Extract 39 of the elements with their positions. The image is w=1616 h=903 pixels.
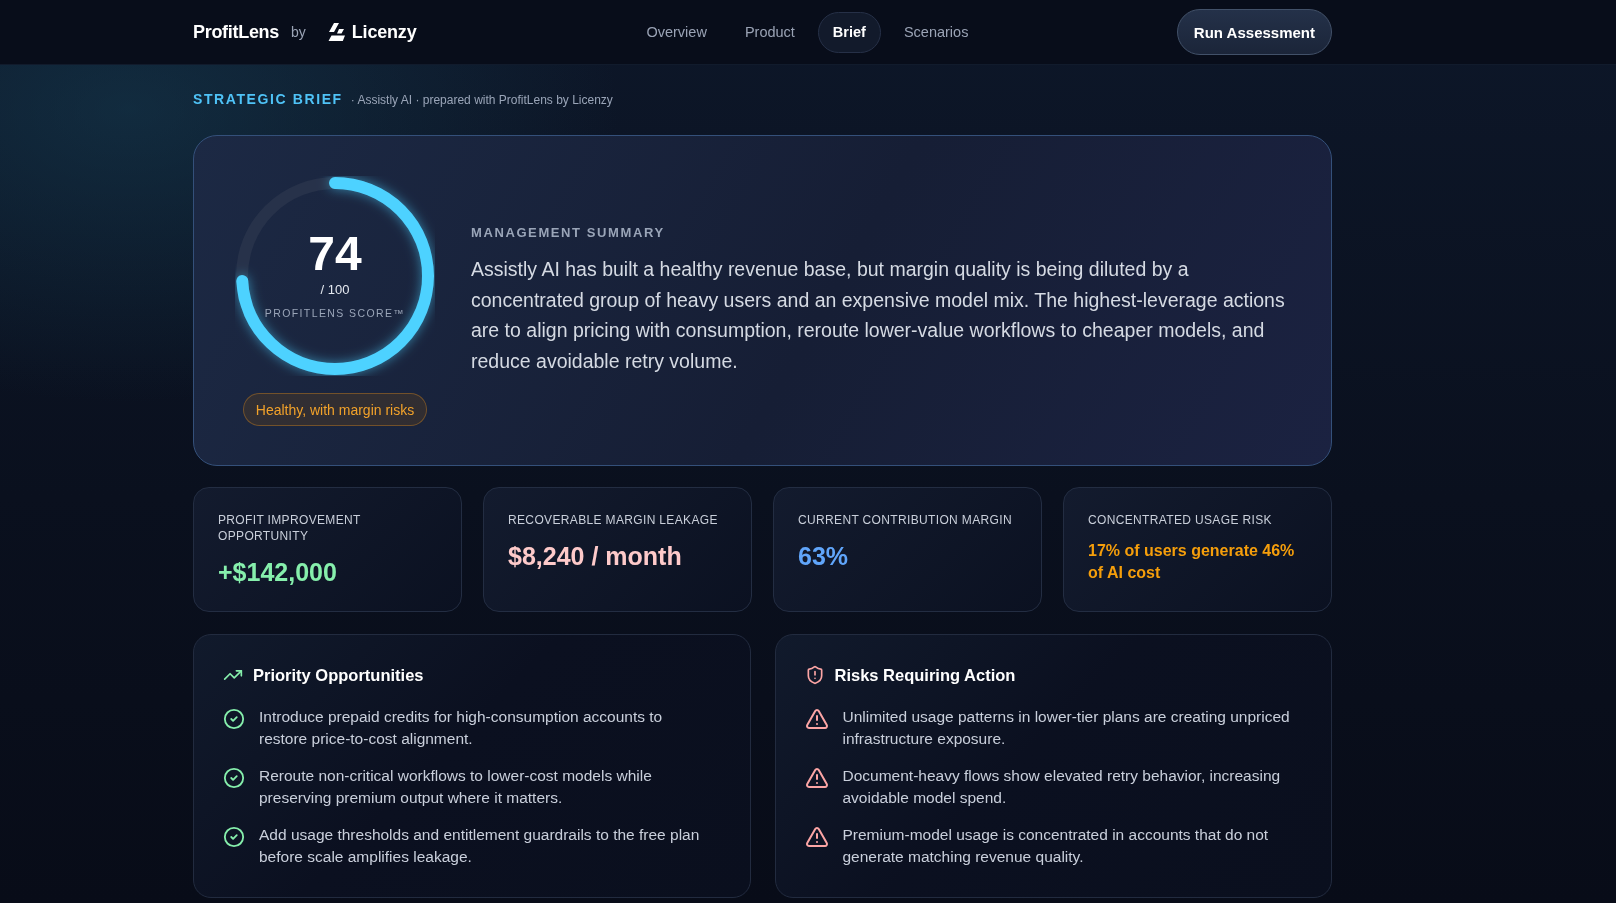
metric-label: CURRENT CONTRIBUTION MARGIN (798, 512, 1013, 528)
brand-by-text: by (291, 24, 306, 40)
check-circle-icon (223, 826, 245, 848)
run-assessment-button[interactable]: Run Assessment (1176, 9, 1332, 55)
status-badge: Healthy, with margin risks (242, 393, 428, 426)
list-item-text: Add usage thresholds and entitlement guardrails to the free plan before scale amplifies leakage. (259, 825, 701, 867)
list-item-text: Introduce prepaid credits for high-consumption accounts to restore price-to-cost alignment. (259, 707, 664, 749)
list-item-text: Document-heavy flows show elevated retry behavior, increasing avoidable model spend. (842, 766, 1282, 808)
logo-icon (327, 23, 346, 41)
warning-icon (804, 825, 829, 849)
warning-icon (804, 766, 829, 790)
nav-tab[interactable]: Product (729, 11, 810, 53)
metric-value: $8,240 / month (508, 541, 683, 571)
score-label: PROFITLENS SCORE™ (264, 305, 406, 320)
score-scale: / 100 (320, 281, 350, 298)
check-circle-icon (223, 767, 245, 789)
panel-title: Risks Requiring Action (834, 665, 1016, 685)
nav-tab[interactable]: Scenarios (888, 11, 984, 53)
section-title: STRATEGIC BRIEF (193, 91, 343, 107)
section-subtitle: · Assistly AI · prepared with ProfitLens by Licenzy (350, 93, 613, 107)
nav-tab[interactable]: Overview (631, 11, 722, 53)
metric-label: PROFIT IMPROVEMENT OPPORTUNITY (218, 512, 362, 544)
partner-name: Licenzy (351, 21, 417, 43)
list-item-text: Reroute non-critical workflows to lower-cost models while preserving premium output where it matters. (259, 766, 653, 808)
summary-label: MANAGEMENT SUMMARY (471, 225, 666, 240)
score-value: 74 (308, 228, 362, 279)
brand-name: ProfitLens (193, 21, 279, 43)
check-circle-icon (223, 708, 245, 730)
summary-text: Assistly AI has built a healthy revenue base, but margin quality is being diluted by a concentrated group of heavy users and an expensive model mix. The highest-leverage actions are to align pricing with consumption, reroute lower-value workflows to cheaper models, and reduce avoidable retry volume. (471, 257, 1286, 374)
warning-icon (804, 707, 829, 731)
list-item-text: Unlimited usage patterns in lower-tier plans are creating unpriced infrastructure exposure. (842, 707, 1291, 749)
metric-value: 17% of users generate 46% of AI cost (1088, 541, 1296, 583)
metric-label: CONCENTRATED USAGE RISK (1088, 512, 1273, 528)
nav-tab[interactable]: Brief (817, 11, 881, 53)
list-item-text: Premium-model usage is concentrated in accounts that do not generate matching revenue quality. (842, 825, 1270, 867)
panel-title: Priority Opportunities (253, 665, 424, 685)
metric-value: +$142,000 (218, 557, 338, 587)
metric-label: RECOVERABLE MARGIN LEAKAGE (508, 512, 719, 528)
metric-value: 63% (798, 541, 850, 571)
